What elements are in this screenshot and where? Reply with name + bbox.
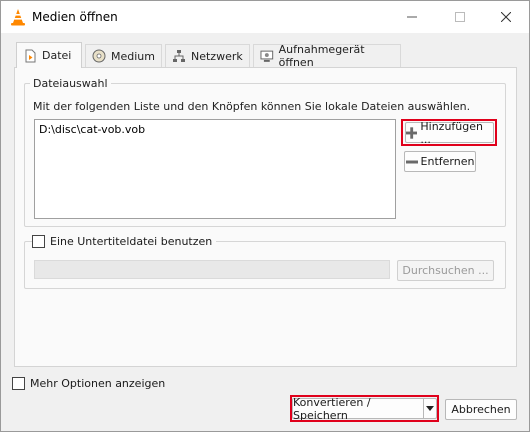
tab-label: Aufnahmegerät öffnen — [278, 43, 365, 69]
capture-device-icon — [260, 50, 274, 62]
minimize-icon — [407, 16, 417, 18]
tab-aufnahmegeraet[interactable]: Aufnahmegerät öffnen — [253, 43, 401, 69]
minimize-button[interactable] — [389, 1, 435, 33]
more-options-checkbox[interactable] — [12, 377, 25, 390]
tab-medium[interactable]: Medium — [85, 44, 162, 67]
window-title: Medien öffnen — [32, 10, 118, 24]
title-bar: Medien öffnen — [1, 1, 529, 33]
remove-file-label: Entfernen — [420, 155, 475, 168]
subtitle-checkbox[interactable] — [32, 235, 45, 248]
tab-label: Netzwerk — [191, 49, 243, 63]
subtitle-checkbox-label: Eine Untertiteldatei benutzen — [50, 235, 213, 248]
network-icon — [173, 50, 185, 62]
browse-button: Durchsuchen ... — [397, 260, 494, 281]
file-icon — [25, 49, 36, 62]
maximize-button[interactable] — [437, 1, 483, 33]
add-button-highlight — [401, 119, 497, 146]
subtitle-path-field — [34, 260, 390, 279]
file-selection-hint: Mit der folgenden Liste und den Knöpfen … — [33, 100, 471, 113]
file-list[interactable]: D:\disc\cat-vob.vob — [34, 119, 396, 219]
tab-label: Datei — [42, 49, 72, 62]
maximize-icon — [455, 12, 465, 22]
cancel-label: Abbrechen — [451, 403, 511, 416]
open-media-dialog: Medien öffnen Datei Medium Netzwerk Aufn… — [0, 0, 530, 432]
remove-file-button[interactable]: Entfernen — [404, 151, 476, 172]
browse-label: Durchsuchen ... — [402, 264, 489, 277]
list-item[interactable]: D:\disc\cat-vob.vob — [39, 123, 145, 136]
close-button[interactable] — [483, 1, 529, 33]
file-selection-legend: Dateiauswahl — [30, 77, 111, 90]
tab-label: Medium — [111, 49, 155, 63]
close-icon — [501, 12, 511, 22]
tab-netzwerk[interactable]: Netzwerk — [165, 44, 250, 67]
more-options-label: Mehr Optionen anzeigen — [30, 377, 166, 390]
vlc-cone-icon — [11, 9, 25, 26]
convert-button-highlight — [290, 395, 439, 422]
cancel-button[interactable]: Abbrechen — [445, 399, 517, 420]
tab-datei[interactable]: Datei — [16, 42, 82, 68]
minus-icon — [405, 160, 418, 163]
more-options-row[interactable]: Mehr Optionen anzeigen — [12, 377, 165, 390]
subtitle-checkbox-row[interactable]: Eine Untertiteldatei benutzen — [32, 235, 217, 248]
disc-icon — [92, 49, 106, 63]
